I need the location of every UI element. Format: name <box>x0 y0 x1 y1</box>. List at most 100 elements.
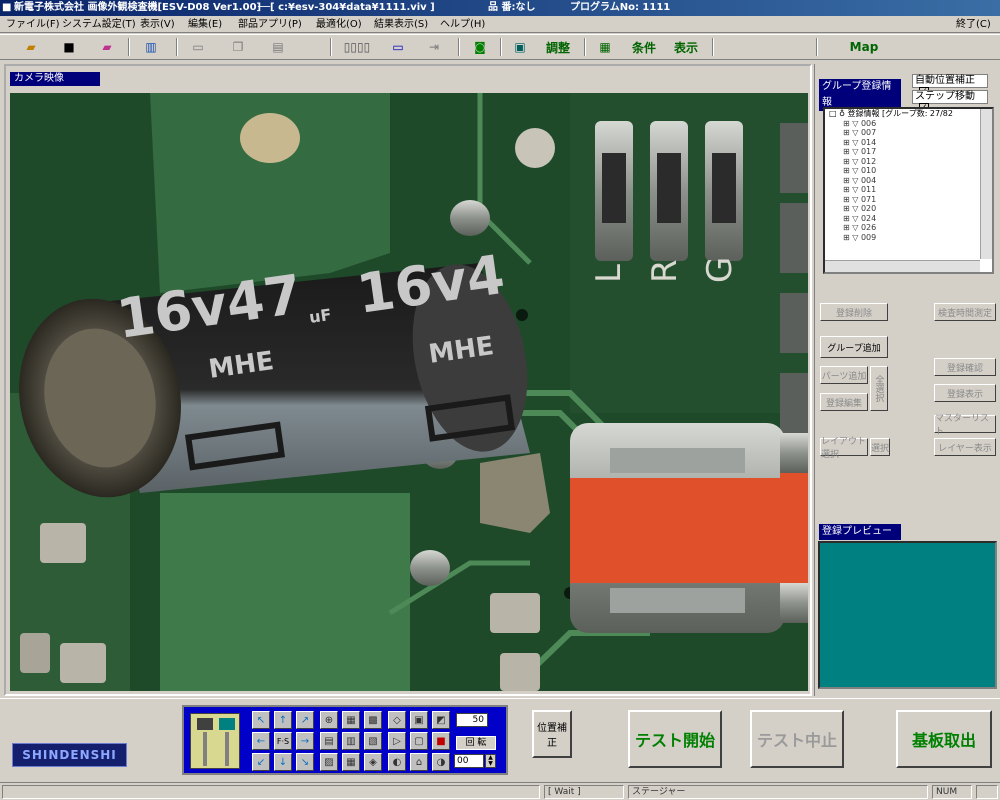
rotate-spinner[interactable]: ▲ ▼ <box>485 754 496 768</box>
speed-sliders[interactable] <box>190 713 240 769</box>
conditions-button[interactable]: 条件 <box>626 37 662 57</box>
grid-icon[interactable]: ▦ <box>342 711 360 729</box>
target-icon[interactable]: ◈ <box>364 753 382 771</box>
tree-item[interactable]: ⊞ ▽ 006 <box>825 119 992 129</box>
move-icon[interactable]: ⇥ <box>422 37 446 57</box>
toolbar-separator <box>458 38 460 56</box>
tree-item[interactable]: ⊞ ▽ 004 <box>825 176 992 186</box>
tree-item[interactable]: ⊞ ▽ 020 <box>825 204 992 214</box>
menu-parts-app[interactable]: 部品アプリ(P) <box>238 16 302 33</box>
arrow-up-icon[interactable]: ↑ <box>274 711 292 729</box>
speed-value[interactable]: 50 <box>456 713 488 727</box>
grid-coarse-icon[interactable]: ▥ <box>342 732 360 750</box>
adjust-button[interactable]: 調整 <box>538 37 578 57</box>
arrow-up-right-icon[interactable]: ↗ <box>296 711 314 729</box>
register-edit-button[interactable]: 登録編集 <box>820 393 868 411</box>
arrow-down-icon[interactable]: ↓ <box>274 753 292 771</box>
pattern-icon[interactable]: ▩ <box>364 711 382 729</box>
copy-icon[interactable]: ❐ <box>226 37 250 57</box>
slider-handle[interactable] <box>197 718 213 730</box>
home-icon[interactable]: ⌂ <box>410 753 428 771</box>
map-button[interactable]: Map <box>840 37 888 57</box>
company-logo: SHINDENSHI <box>12 743 127 767</box>
menu-file[interactable]: ファイル(F) <box>6 16 60 33</box>
arrow-left-icon[interactable]: ← <box>252 732 270 750</box>
record-icon[interactable]: ■ <box>432 732 450 750</box>
tree-item[interactable]: ⊞ ▽ 024 <box>825 214 992 224</box>
toolbar-separator <box>500 38 502 56</box>
register-confirm-button[interactable]: 登録確認 <box>934 358 996 376</box>
display-button[interactable]: 表示 <box>668 37 704 57</box>
tree-item[interactable]: ⊞ ▽ 026 <box>825 223 992 233</box>
rotate-icon[interactable]: ◐ <box>388 753 406 771</box>
mirror-icon[interactable]: ◑ <box>432 753 450 771</box>
layout-select-button[interactable]: レイアウト選択 <box>820 437 868 460</box>
tree-item[interactable]: ⊞ ▽ 014 <box>825 138 992 148</box>
tree-item[interactable]: ⊞ ▽ 010 <box>825 166 992 176</box>
tree-item[interactable]: ⊞ ▽ 071 <box>825 195 992 205</box>
open-folder-icon[interactable]: ▰ <box>20 37 42 57</box>
menu-optimize[interactable]: 最適化(O) <box>316 16 362 33</box>
menu-view[interactable]: 表示(V) <box>140 16 175 33</box>
rectangle-icon[interactable]: ▭ <box>186 37 210 57</box>
open-file-icon[interactable]: ▰ <box>96 37 118 57</box>
arrow-right-icon[interactable]: → <box>296 732 314 750</box>
mesh-icon[interactable]: ▧ <box>364 732 382 750</box>
test-start-button[interactable]: テスト開始 <box>628 710 722 768</box>
point-icon[interactable]: ◇ <box>388 711 406 729</box>
tree-item[interactable]: ⊞ ▽ 007 <box>825 128 992 138</box>
camera-settings-icon[interactable]: ▥ <box>138 37 164 57</box>
insert-icon[interactable]: ▷ <box>388 732 406 750</box>
group-add-button[interactable]: グループ追加 <box>820 336 888 358</box>
zoom-in-icon[interactable]: ⊕ <box>320 711 338 729</box>
save-icon[interactable]: ■ <box>58 37 80 57</box>
tree-item[interactable]: ⊞ ▽ 017 <box>825 147 992 157</box>
position-correct-button[interactable]: 位置補正 <box>532 710 572 758</box>
grid-view-icon[interactable]: ▯▯▯▯ <box>340 37 374 57</box>
slider-handle[interactable] <box>219 718 235 730</box>
register-display-button[interactable]: 登録表示 <box>934 384 996 402</box>
pcb-icon[interactable]: ▦ <box>592 37 618 57</box>
tree-hscrollbar[interactable] <box>825 260 980 272</box>
page-icon[interactable]: ▢ <box>410 732 428 750</box>
angle-icon[interactable]: ◩ <box>432 711 450 729</box>
registration-tree[interactable]: □ ♁ 登録情報 [グループ数: 27/82 ⊞ ▽ 006 ⊞ ▽ 007 ⊞… <box>823 107 994 274</box>
parts-add-button[interactable]: パーツ追加 <box>820 366 868 384</box>
arrow-down-left-icon[interactable]: ↙ <box>252 753 270 771</box>
arrow-down-right-icon[interactable]: ↘ <box>296 753 314 771</box>
menu-exit[interactable]: 終了(C) <box>956 16 991 33</box>
select-button[interactable]: 選択 <box>870 438 890 456</box>
save-position-icon[interactable]: ▣ <box>410 711 428 729</box>
solder-pad <box>450 200 490 236</box>
board-eject-button[interactable]: 基板取出 <box>896 710 992 768</box>
delete-registration-button[interactable]: 登録削除 <box>820 303 888 321</box>
match-icon[interactable]: ▦ <box>342 753 360 771</box>
inspection-time-button[interactable]: 検査時間測定 <box>934 303 996 321</box>
camera-view[interactable]: L R G 16v47 uF MHE 16v4 MHE <box>10 93 808 691</box>
tree-item[interactable]: ⊞ ▽ 011 <box>825 185 992 195</box>
status-extra <box>976 785 998 799</box>
monitor-icon[interactable]: ▣ <box>508 37 532 57</box>
layer-display-button[interactable]: レイヤー表示 <box>934 438 996 456</box>
frame-icon[interactable]: ▭ <box>386 37 410 57</box>
auto-position-checkbox[interactable]: 自動位置補正✓ <box>912 74 988 97</box>
menu-results[interactable]: 結果表示(S) <box>374 16 428 33</box>
master-list-button[interactable]: マスターリスト <box>934 414 996 437</box>
fast-speed-icon[interactable]: F·S <box>274 732 292 750</box>
rotate-input[interactable]: 00 <box>454 754 484 768</box>
camera-icon[interactable]: ◙ <box>468 37 492 57</box>
menu-edit[interactable]: 編集(E) <box>188 16 222 33</box>
tree-scrollbar[interactable] <box>980 109 992 259</box>
camera-label: カメラ映像 <box>10 72 100 86</box>
step-move-checkbox[interactable]: ステップ移動✓ <box>912 90 988 113</box>
align-icon[interactable]: ▨ <box>320 753 338 771</box>
select-all-button[interactable]: 全選択 <box>870 366 888 411</box>
arrow-up-left-icon[interactable]: ↖ <box>252 711 270 729</box>
grid-fine-icon[interactable]: ▤ <box>320 732 338 750</box>
test-stop-button[interactable]: テスト中止 <box>750 710 844 768</box>
menu-help[interactable]: ヘルプ(H) <box>440 16 485 33</box>
paste-icon[interactable]: ▤ <box>266 37 290 57</box>
tree-item[interactable]: ⊞ ▽ 012 <box>825 157 992 167</box>
tree-item[interactable]: ⊞ ▽ 009 <box>825 233 992 243</box>
menu-system-settings[interactable]: システム設定(T) <box>62 16 136 33</box>
